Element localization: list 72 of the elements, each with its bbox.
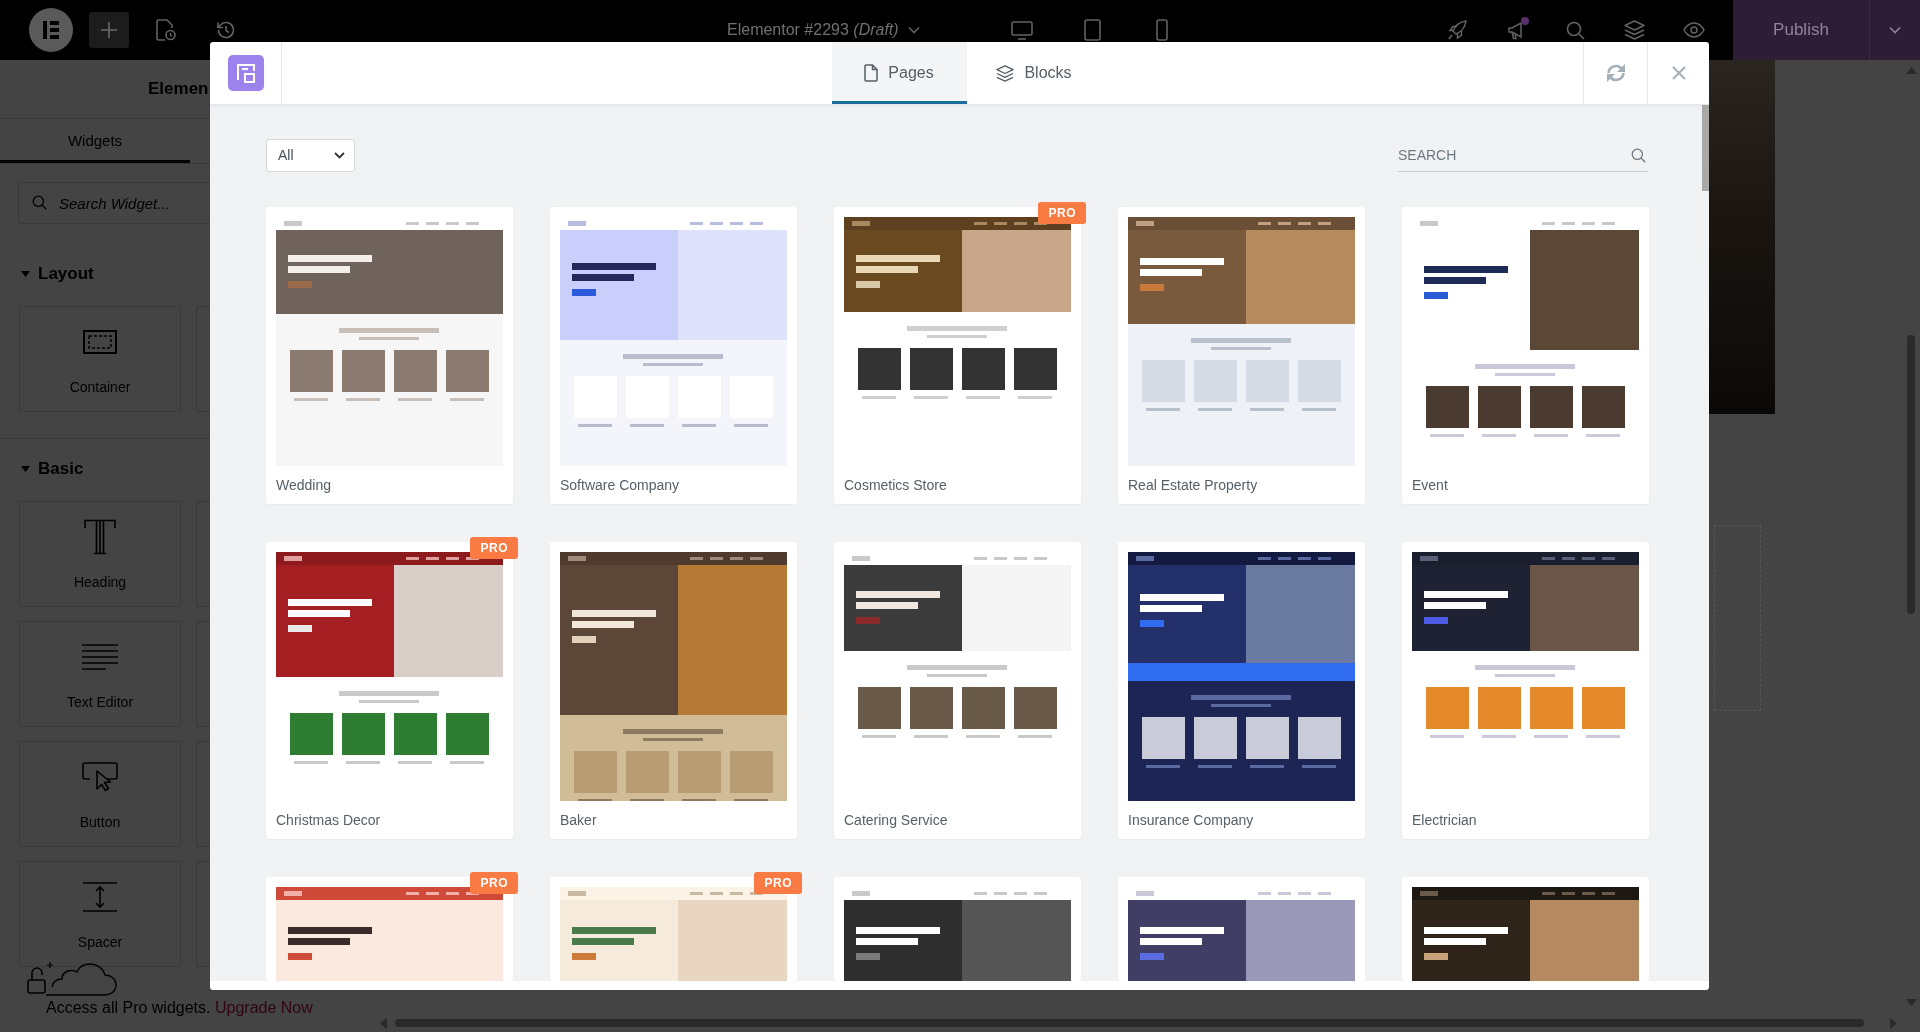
library-tab[interactable]: Blocks — [966, 42, 1102, 104]
pro-badge: PRO — [1038, 202, 1086, 224]
panel-title: Elemen — [148, 78, 209, 101]
template-name: Cosmetics Store — [844, 476, 948, 495]
pro-badge: PRO — [470, 872, 518, 894]
library-logo-icon — [227, 55, 264, 91]
heading-icon — [84, 519, 116, 555]
template-name: Event — [1412, 476, 1449, 495]
tablet-icon[interactable] — [1083, 19, 1101, 41]
filter-dropdown[interactable]: All — [266, 139, 355, 172]
publish-button[interactable]: Publish — [1733, 0, 1869, 60]
template-name: Insurance Company — [1128, 811, 1255, 830]
template-name: Baker — [560, 811, 598, 830]
document-title-menu[interactable]: Elementor #2293 (Draft) — [727, 18, 920, 42]
template-name: Wedding — [276, 476, 332, 495]
template-card[interactable]: Baker — [550, 542, 797, 839]
scrollbar-thumb[interactable] — [395, 1019, 1864, 1027]
text-lines-icon — [82, 644, 118, 670]
template-card[interactable]: Wedding — [266, 207, 513, 504]
layers-icon[interactable] — [1624, 20, 1645, 40]
mobile-icon[interactable] — [1156, 19, 1168, 41]
add-button[interactable] — [89, 12, 129, 48]
template-name: Real Estate Property — [1128, 476, 1259, 495]
eye-icon[interactable] — [1682, 22, 1705, 38]
caret-down-icon — [907, 26, 920, 34]
template-card[interactable]: Catering Service — [834, 542, 1081, 839]
promo-text: Access all Pro widgets. Upgrade Now — [46, 998, 314, 1018]
caret-left-icon[interactable] — [380, 1017, 387, 1029]
template-card[interactable]: Software Company — [550, 207, 797, 504]
pro-badge: PRO — [470, 537, 518, 559]
caret-down-icon[interactable] — [1905, 999, 1917, 1006]
layers-icon — [996, 64, 1015, 82]
desktop-icon[interactable] — [1011, 20, 1033, 40]
chevron-down-icon — [334, 152, 345, 159]
caret-down-icon — [1889, 26, 1901, 34]
button-cursor-icon — [82, 762, 118, 792]
template-name: Christmas Decor — [276, 811, 382, 830]
search-icon — [32, 195, 47, 210]
close-icon — [1671, 66, 1686, 80]
pro-badge: PRO — [754, 872, 802, 894]
search-field[interactable]: SEARCH — [1398, 139, 1648, 172]
template-card[interactable]: Insurance Company — [1118, 542, 1365, 839]
template-card[interactable] — [266, 877, 513, 981]
widget-search-field[interactable]: Search Widget... — [18, 182, 211, 224]
container-icon — [83, 330, 117, 354]
scrollbar-thumb[interactable] — [1907, 335, 1915, 614]
template-card[interactable] — [834, 877, 1081, 981]
library-tab[interactable]: Pages — [831, 42, 967, 104]
document-icon[interactable] — [156, 19, 176, 41]
template-name: Electrician — [1412, 811, 1478, 830]
caret-right-icon[interactable] — [1890, 1017, 1897, 1029]
template-card[interactable]: Event — [1402, 207, 1649, 504]
logo-icon[interactable] — [29, 8, 73, 52]
refresh-icon — [1604, 63, 1627, 83]
file-icon — [864, 64, 879, 82]
template-name: Catering Service — [844, 811, 949, 830]
plus-icon — [101, 22, 117, 38]
template-card[interactable] — [1402, 877, 1649, 981]
search-icon[interactable] — [1566, 20, 1585, 40]
template-card[interactable]: Real Estate Property — [1118, 207, 1365, 504]
history-icon[interactable] — [215, 19, 237, 41]
template-name: Software Company — [560, 476, 681, 495]
caret-down-icon — [21, 466, 30, 472]
template-card[interactable] — [1118, 877, 1365, 981]
caret-up-icon[interactable] — [1905, 67, 1917, 74]
notification-dot-icon — [1521, 17, 1529, 25]
scrollbar-thumb[interactable] — [1702, 105, 1709, 191]
caret-down-icon — [21, 271, 30, 277]
template-card[interactable]: Electrician — [1402, 542, 1649, 839]
rocket-icon[interactable] — [1447, 20, 1468, 40]
search-icon — [1631, 148, 1646, 163]
spacer-icon — [83, 882, 117, 912]
